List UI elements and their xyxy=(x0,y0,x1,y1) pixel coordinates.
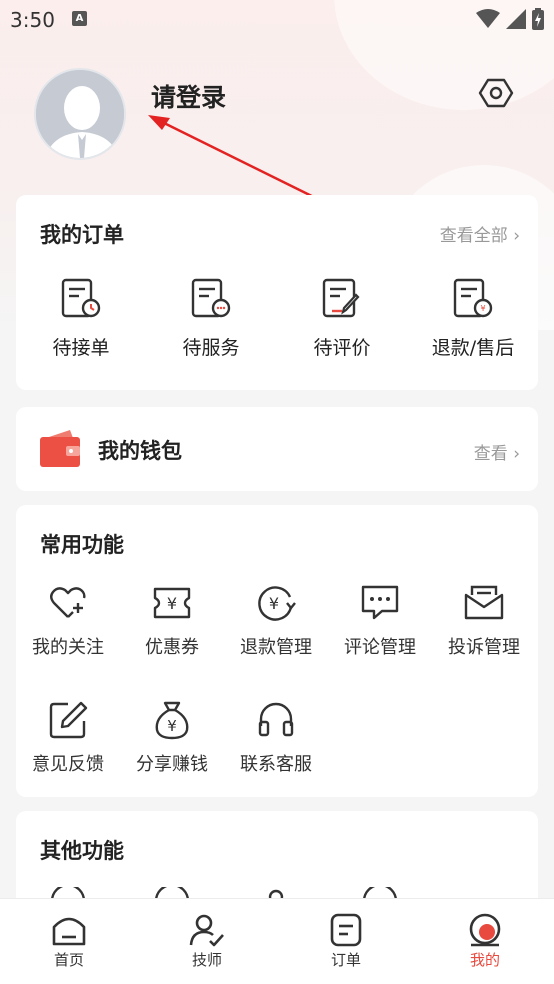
heart-plus-icon xyxy=(50,587,86,618)
complaint-icon xyxy=(464,585,504,620)
wallet-icon xyxy=(40,430,80,467)
order-pending-accept[interactable]: 待接单 xyxy=(16,277,146,360)
view-all-orders-link[interactable]: 查看全部 › xyxy=(440,221,520,246)
status-notification-icon: A xyxy=(72,11,87,26)
headset-icon xyxy=(258,702,294,737)
coupon-icon: ¥ xyxy=(153,587,191,619)
svg-text:¥: ¥ xyxy=(167,717,177,735)
func-share-earn[interactable]: ¥ 分享赚钱 xyxy=(120,700,224,776)
pending-review-icon xyxy=(322,278,360,318)
func-refund-management[interactable]: ¥ 退款管理 xyxy=(224,583,328,659)
order-label: 待服务 xyxy=(182,337,240,359)
status-bar: 3:50 A xyxy=(0,0,554,38)
svg-text:¥: ¥ xyxy=(480,304,485,313)
func-label: 分享赚钱 xyxy=(136,754,208,775)
pending-accept-icon xyxy=(61,278,101,318)
func-comment-management[interactable]: 评论管理 xyxy=(328,583,432,659)
order-refund-aftersale[interactable]: ¥ 退款/售后 xyxy=(408,277,538,360)
feedback-icon xyxy=(49,701,88,739)
func-label: 联系客服 xyxy=(240,754,312,775)
func-complaint-management[interactable]: 投诉管理 xyxy=(432,583,536,659)
svg-text:¥: ¥ xyxy=(269,594,279,613)
tab-technician[interactable]: 技师 xyxy=(157,913,257,970)
order-pending-service[interactable]: 待服务 xyxy=(146,277,276,360)
login-link[interactable]: 请登录 xyxy=(151,78,226,114)
func-my-follows[interactable]: 我的关注 xyxy=(16,583,120,659)
func-label: 评论管理 xyxy=(344,637,416,658)
status-icons xyxy=(476,8,544,30)
bottom-tab-bar: 首页 技师 订单 我的 xyxy=(0,898,554,984)
orders-card: 我的订单 查看全部 › 待接单 待服务 待评价 ¥ 退款/售后 xyxy=(16,195,538,390)
func-feedback[interactable]: 意见反馈 xyxy=(16,700,120,776)
tab-orders[interactable]: 订单 xyxy=(296,913,396,970)
settings-hexagon-icon xyxy=(478,78,514,108)
func-contact-support[interactable]: 联系客服 xyxy=(224,700,328,776)
svg-text:¥: ¥ xyxy=(167,594,177,613)
orders-title: 我的订单 xyxy=(40,223,124,247)
func-label: 优惠券 xyxy=(145,637,199,658)
tab-label: 订单 xyxy=(330,951,361,969)
func-label: 我的关注 xyxy=(32,637,104,658)
status-time: 3:50 xyxy=(10,8,55,32)
wifi-icon xyxy=(476,9,500,28)
tab-mine[interactable]: 我的 xyxy=(435,913,535,970)
battery-icon xyxy=(532,8,544,30)
wallet-title: 我的钱包 xyxy=(98,439,182,463)
home-icon xyxy=(52,917,86,946)
cellular-icon xyxy=(506,9,526,29)
wallet-card[interactable]: 我的钱包 查看 › xyxy=(16,407,538,491)
default-avatar-icon xyxy=(36,70,124,158)
order-label: 退款/售后 xyxy=(431,337,515,359)
tab-label: 首页 xyxy=(53,951,84,969)
pending-service-icon xyxy=(191,278,231,318)
money-bag-icon: ¥ xyxy=(155,701,189,740)
refund-icon: ¥ xyxy=(258,586,296,621)
tab-home[interactable]: 首页 xyxy=(19,913,119,970)
func-label: 意见反馈 xyxy=(32,754,104,775)
func-label: 退款管理 xyxy=(240,637,312,658)
other-functions-title: 其他功能 xyxy=(40,839,124,863)
func-coupons[interactable]: ¥ 优惠券 xyxy=(120,583,224,659)
order-icon xyxy=(330,913,362,947)
tab-label: 我的 xyxy=(469,951,500,969)
common-functions-card: 常用功能 我的关注 ¥ 优惠券 ¥ 退款管理 评论管理 投诉管理 意见反馈 ¥ … xyxy=(16,505,538,797)
comment-icon xyxy=(361,585,399,620)
view-wallet-link[interactable]: 查看 › xyxy=(474,439,520,464)
tab-label: 技师 xyxy=(191,951,222,969)
refund-aftersale-icon: ¥ xyxy=(453,278,493,318)
mine-icon xyxy=(469,913,501,947)
settings-button[interactable] xyxy=(478,75,514,111)
order-label: 待评价 xyxy=(313,337,371,359)
func-label: 投诉管理 xyxy=(448,637,520,658)
order-label: 待接单 xyxy=(52,337,110,359)
technician-icon xyxy=(189,914,224,947)
order-pending-review[interactable]: 待评价 xyxy=(277,277,407,360)
common-functions-title: 常用功能 xyxy=(40,533,124,557)
avatar[interactable] xyxy=(34,68,126,160)
